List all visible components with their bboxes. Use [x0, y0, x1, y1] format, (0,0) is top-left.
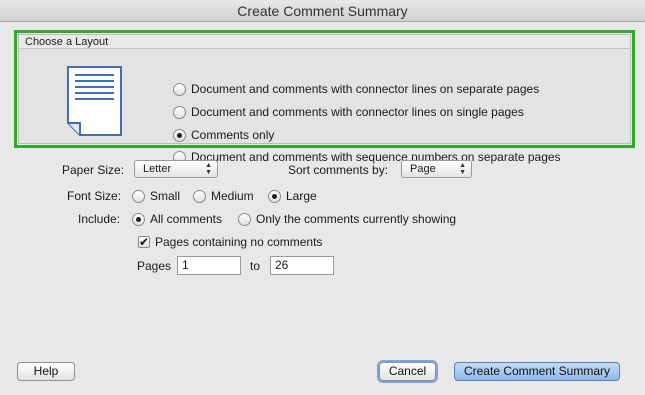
sort-value: Page [410, 163, 436, 175]
paper-size-popup[interactable]: Letter ▲ ▼ [134, 160, 218, 178]
radio-icon[interactable] [193, 189, 206, 203]
layout-option-label: Document and comments with connector lin… [191, 105, 524, 119]
layout-option-label: Comments only [191, 128, 275, 142]
radio-selected-icon[interactable] [173, 128, 186, 142]
layout-option-connector-single[interactable]: Document and comments with connector lin… [173, 105, 524, 119]
pages-from-field[interactable]: 1 [177, 256, 241, 275]
radio-icon[interactable] [173, 105, 186, 119]
radio-selected-icon[interactable] [268, 189, 281, 203]
radio-icon[interactable] [132, 189, 145, 203]
layout-option-sequence-numbers[interactable]: Document and comments with sequence numb… [173, 150, 561, 164]
dialog-body: Choose a Layout Document and comments wi… [0, 22, 645, 395]
include-label: Include: [78, 212, 121, 226]
font-size-option-label: Small [150, 189, 181, 203]
create-comment-summary-button[interactable]: Create Comment Summary [454, 362, 620, 381]
include-option-label: All comments [150, 212, 223, 226]
font-size-large[interactable]: Large [268, 189, 317, 203]
layout-group: Choose a Layout Document and comments wi… [18, 34, 631, 164]
pages-to-field[interactable]: 26 [270, 256, 334, 275]
document-icon [67, 66, 122, 136]
radio-icon[interactable] [173, 82, 186, 96]
layout-group-header: Choose a Layout [19, 35, 630, 49]
layout-option-label: Document and comments with connector lin… [191, 82, 540, 96]
paper-size-value: Letter [143, 163, 172, 175]
cancel-button[interactable]: Cancel [379, 362, 436, 381]
radio-selected-icon[interactable] [132, 212, 145, 226]
include-option-label: Only the comments currently showing [256, 212, 457, 226]
font-size-option-label: Large [286, 189, 317, 203]
window-title: Create Comment Summary [0, 0, 645, 22]
popup-arrows-icon: ▲ ▼ [459, 162, 466, 176]
layout-option-comments-only[interactable]: Comments only [173, 128, 274, 142]
include-showing-only[interactable]: Only the comments currently showing [238, 212, 456, 226]
sort-popup[interactable]: Page ▲ ▼ [401, 160, 472, 178]
pages-no-comments-label: Pages containing no comments [155, 235, 323, 249]
radio-icon[interactable] [238, 212, 251, 226]
layout-option-label: Document and comments with sequence numb… [191, 150, 561, 164]
font-size-option-label: Medium [211, 189, 254, 203]
font-size-label: Font Size: [67, 189, 122, 203]
pages-label: Pages [137, 259, 172, 273]
sort-label: Sort comments by: [288, 163, 389, 177]
pages-to-label: to [250, 259, 261, 273]
help-button[interactable]: Help [17, 362, 75, 381]
popup-arrows-icon: ▲ ▼ [205, 162, 212, 176]
layout-option-connector-separate[interactable]: Document and comments with connector lin… [173, 82, 539, 96]
pages-no-comments-checkbox[interactable]: ✔ Pages containing no comments [138, 235, 322, 249]
font-size-small[interactable]: Small [132, 189, 180, 203]
checkmark-icon[interactable]: ✔ [138, 236, 150, 248]
font-size-medium[interactable]: Medium [193, 189, 254, 203]
paper-size-label: Paper Size: [62, 163, 125, 177]
include-all-comments[interactable]: All comments [132, 212, 222, 226]
